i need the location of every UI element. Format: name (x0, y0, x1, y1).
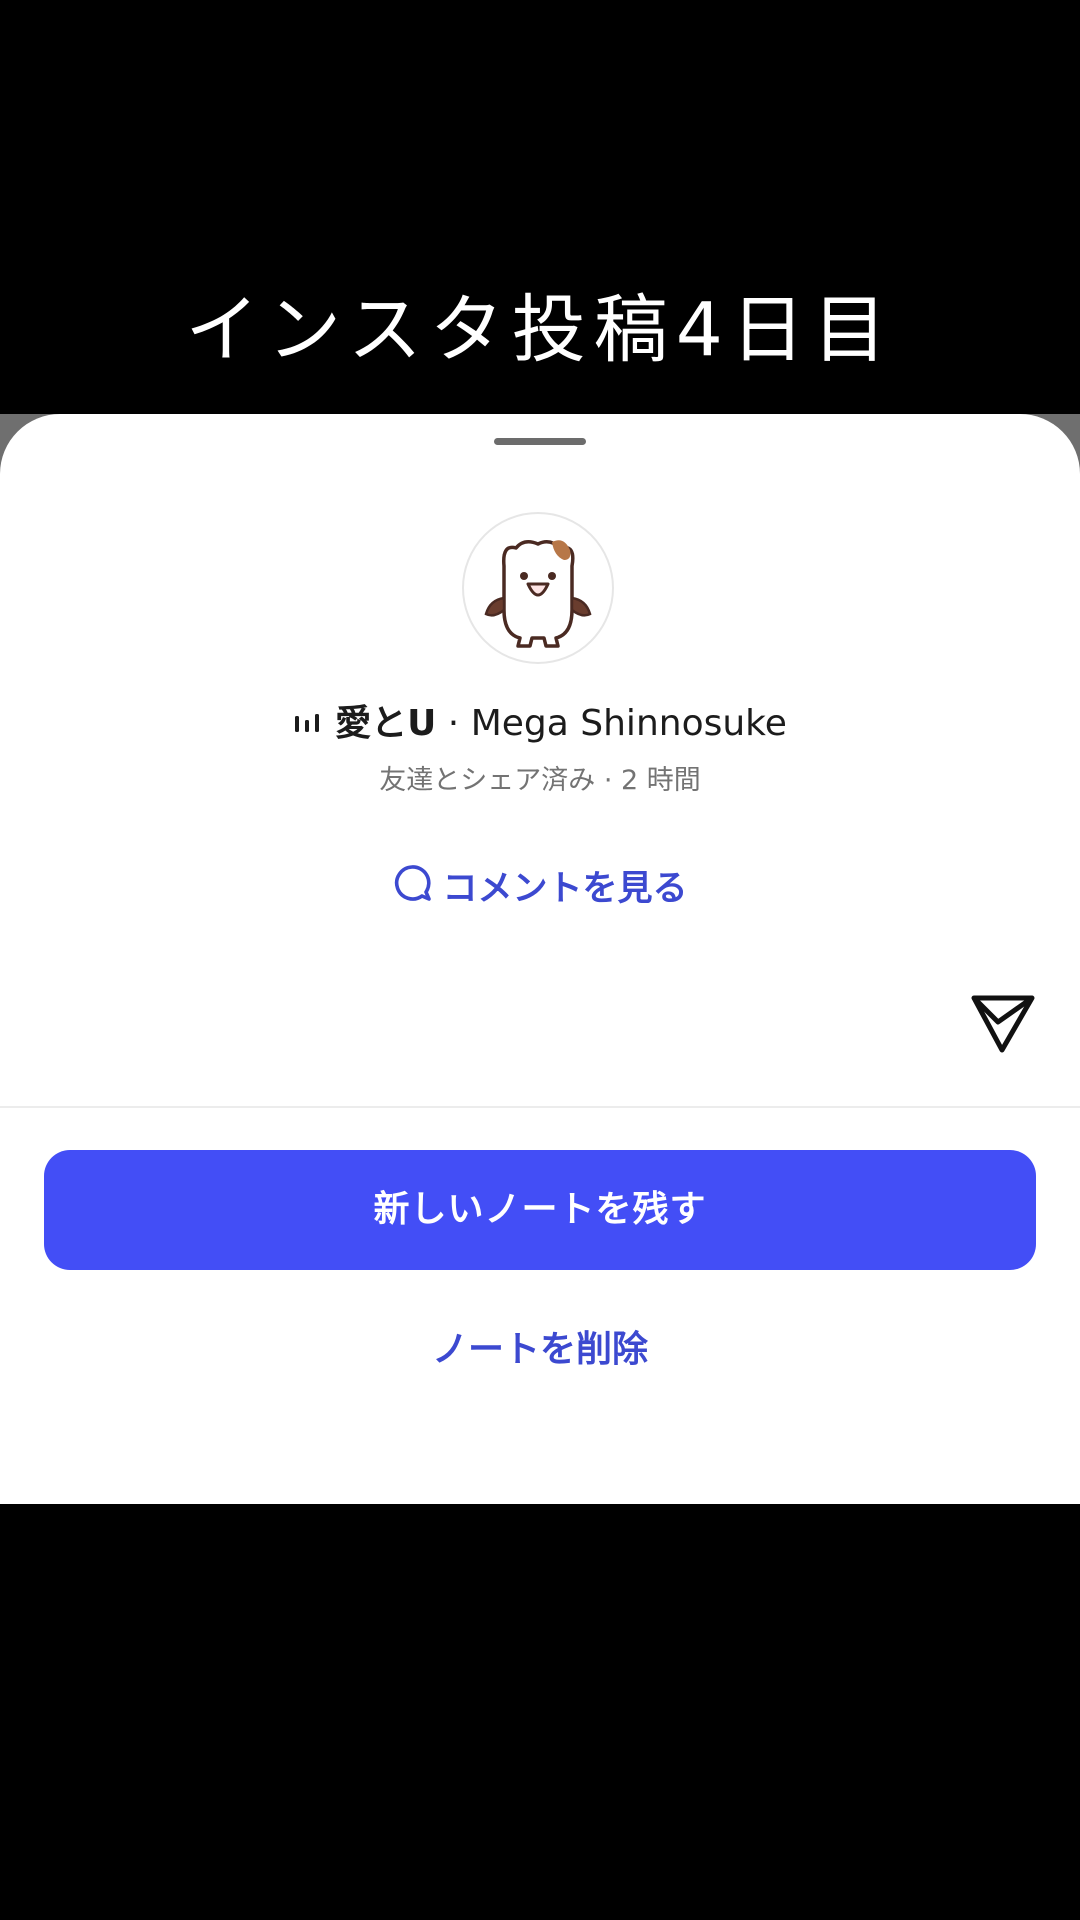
song-title: 愛とU (335, 703, 437, 744)
view-comments-link[interactable]: コメントを見る (0, 860, 1080, 915)
song-artist: Mega Shinnosuke (470, 703, 787, 744)
comment-bubble-icon (392, 863, 432, 912)
music-bars-icon (293, 702, 321, 743)
cat-avatar-icon (484, 540, 592, 648)
avatar[interactable] (462, 512, 614, 664)
send-icon[interactable] (968, 990, 1038, 1056)
song-separator: · (447, 703, 460, 744)
song-info[interactable]: 愛とU · Mega Shinnosuke (0, 694, 1080, 746)
leave-new-note-button[interactable]: 新しいノートを残す (44, 1150, 1036, 1270)
meta-separator: · (603, 765, 613, 796)
sheet-grabber-handle[interactable] (494, 438, 586, 445)
time-ago-label: 2 時間 (621, 765, 701, 796)
view-comments-label: コメントを見る (442, 869, 688, 909)
shared-with-label: 友達とシェア済み (379, 765, 596, 796)
video-caption: インスタ投稿4日目 (185, 287, 895, 373)
sheet-divider (0, 1106, 1080, 1108)
note-meta: 友達とシェア済み · 2 時間 (0, 758, 1080, 797)
delete-note-button[interactable]: ノートを削除 (0, 1320, 1080, 1372)
note-bottom-sheet: 愛とU · Mega Shinnosuke 友達とシェア済み · 2 時間 コメ… (0, 414, 1080, 1504)
